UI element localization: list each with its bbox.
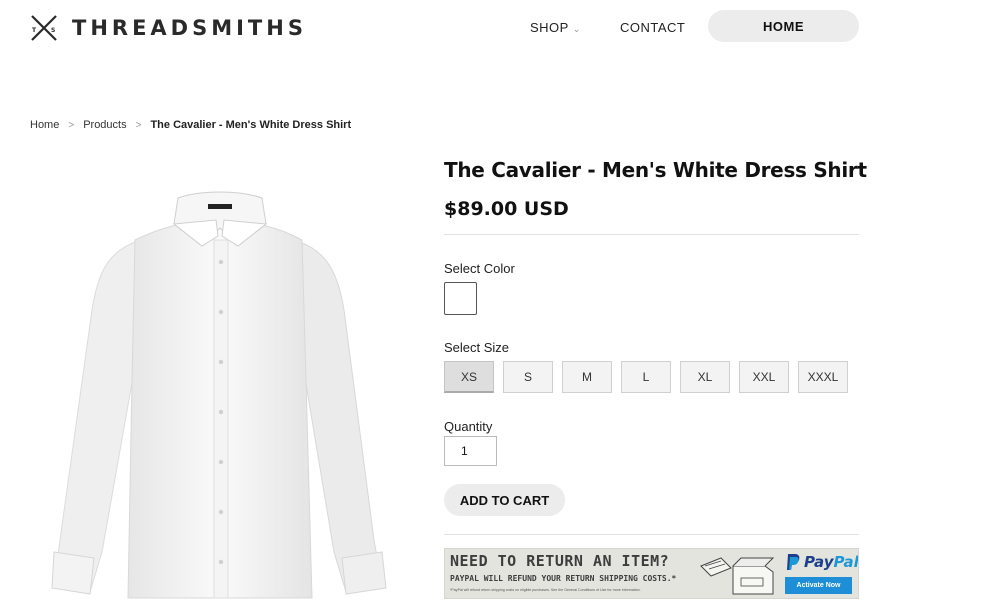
size-xxxl-button[interactable]: XXXL <box>798 361 848 393</box>
paypal-brand-b: Pal <box>833 553 859 571</box>
product-title: The Cavalier - Men's White Dress Shirt <box>444 158 867 182</box>
paypal-logo: Pay Pal <box>785 553 859 571</box>
nav-contact[interactable]: CONTACT <box>620 20 685 35</box>
divider <box>444 234 859 235</box>
size-xl-button[interactable]: XL <box>680 361 730 393</box>
shipping-box-icon <box>697 552 779 596</box>
quantity-input[interactable] <box>444 436 497 466</box>
size-label: Select Size <box>444 340 510 355</box>
main-nav: SHOP ⌄ CONTACT HOME <box>0 10 1000 42</box>
size-l-button[interactable]: L <box>621 361 671 393</box>
breadcrumb: Home > Products > The Cavalier - Men's W… <box>30 119 351 131</box>
chevron-down-icon: ⌄ <box>572 24 581 34</box>
breadcrumb-separator: > <box>68 119 75 131</box>
breadcrumb-current: The Cavalier - Men's White Dress Shirt <box>150 119 352 131</box>
banner-fine-print: *PayPal will refund return shipping cost… <box>450 588 641 592</box>
paypal-icon <box>787 554 800 570</box>
paypal-return-banner[interactable]: NEED TO RETURN AN ITEM? PAYPAL WILL REFU… <box>444 548 859 599</box>
color-label: Select Color <box>444 261 515 276</box>
color-swatch-white[interactable] <box>444 282 477 315</box>
quantity-label: Quantity <box>444 419 493 434</box>
add-to-cart-button[interactable]: ADD TO CART <box>444 484 565 516</box>
breadcrumb-separator: > <box>135 119 142 131</box>
size-xxl-button[interactable]: XXL <box>739 361 789 393</box>
nav-home-button[interactable]: HOME <box>708 10 859 42</box>
size-s-button[interactable]: S <box>503 361 553 393</box>
breadcrumb-products[interactable]: Products <box>83 119 126 131</box>
size-options: XS S M L XL XXL XXXL <box>444 361 848 393</box>
activate-now-button[interactable]: Activate Now <box>785 577 852 594</box>
banner-subline: PAYPAL WILL REFUND YOUR RETURN SHIPPING … <box>450 574 677 583</box>
size-xs-button[interactable]: XS <box>444 361 494 393</box>
breadcrumb-home[interactable]: Home <box>30 119 59 131</box>
banner-headline: NEED TO RETURN AN ITEM? <box>450 552 670 570</box>
nav-shop[interactable]: SHOP ⌄ <box>530 20 581 35</box>
size-m-button[interactable]: M <box>562 361 612 393</box>
product-price: $89.00 USD <box>444 198 569 220</box>
divider <box>444 534 859 535</box>
product-image[interactable] <box>40 180 412 607</box>
paypal-brand-a: Pay <box>804 553 834 571</box>
nav-shop-label: SHOP <box>530 20 569 35</box>
white-dress-shirt-icon <box>51 191 387 599</box>
